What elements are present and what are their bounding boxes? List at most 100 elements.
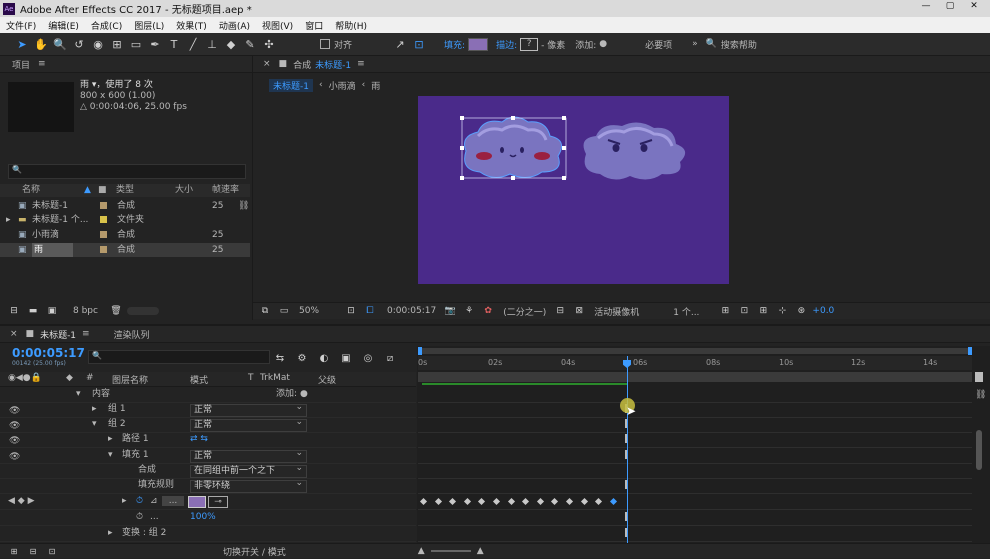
graph-icon[interactable]: ⊿ (150, 494, 158, 509)
always-preview-icon[interactable]: ⧉ (257, 303, 273, 319)
breadcrumb-item[interactable]: 未标题-1 (269, 78, 313, 92)
search-icon[interactable]: 🔍 (706, 39, 717, 49)
label-icon[interactable]: ■ (98, 184, 107, 196)
current-timecode[interactable]: 0:00:05:17 (387, 306, 436, 316)
layer-row-fill-rule[interactable]: 填充规则 非零环绕 (0, 478, 416, 494)
blend-mode-dropdown[interactable]: 正常 (190, 448, 307, 463)
menu-animation[interactable]: 动画(A) (219, 19, 250, 32)
layer-row-opacity[interactable]: ⏱ ... 100% (0, 510, 416, 526)
menu-effect[interactable]: 效果(T) (176, 19, 207, 32)
collapse-arrow-icon[interactable]: ▾ (92, 417, 97, 432)
pen-tool-icon[interactable]: ✒ (147, 36, 163, 52)
type-tool-icon[interactable]: T (166, 36, 182, 52)
close-tab-icon[interactable]: × (263, 59, 271, 69)
stroke-width[interactable]: - 像素 (541, 38, 565, 51)
monitor-icon[interactable]: ▭ (276, 303, 292, 319)
menu-help[interactable]: 帮助(H) (335, 19, 367, 32)
rotate-tool-icon[interactable]: ↺ (71, 36, 87, 52)
hand-tool-icon[interactable]: ✋ (33, 36, 49, 52)
playhead-line[interactable] (627, 356, 628, 543)
expand-arrow-icon[interactable]: ▸ (6, 213, 11, 227)
av-features-icon[interactable]: ◉◀●🔒 (8, 373, 42, 383)
render-queue-tab[interactable]: 渲染队列 (114, 328, 150, 341)
timeline-icon[interactable]: ⊞ (755, 303, 771, 319)
layer-row-transform[interactable]: ▸ 变换 : 组 2 (0, 526, 416, 542)
label-color[interactable] (100, 246, 107, 253)
layer-row-group1[interactable]: 👁 ▸ 组 1 正常 (0, 402, 416, 418)
menu-edit[interactable]: 编辑(E) (48, 19, 79, 32)
zoom-slider[interactable] (430, 550, 471, 552)
lock-icon[interactable]: ■ (26, 329, 35, 339)
zoom-dropdown[interactable]: 50% (299, 306, 319, 316)
collapse-arrow-icon[interactable]: ▾ (76, 387, 81, 402)
comp-button-icon[interactable] (975, 372, 983, 382)
resolution-dropdown[interactable]: (二分之一) (503, 305, 546, 318)
project-item[interactable]: ▣ 小雨滴 合成 25 (0, 228, 250, 242)
toggle-switches-modes[interactable]: 切换开关 / 模式 (223, 545, 286, 558)
workspace-essentials[interactable]: 必要项 (645, 38, 672, 51)
stroke-color-swatch[interactable]: ? (520, 37, 539, 51)
flowchart-icon[interactable]: ⊹ (774, 303, 790, 319)
col-size[interactable]: 大小 (175, 184, 193, 196)
camera-tool-icon[interactable]: ◉ (90, 36, 106, 52)
rectangle-tool-icon[interactable]: ▭ (128, 36, 144, 52)
work-area-bar[interactable] (418, 372, 972, 382)
new-composition-icon[interactable]: ▣ (44, 303, 60, 319)
col-layer-name[interactable]: 图层名称 (112, 373, 148, 386)
stopwatch-icon[interactable]: ⏱ (136, 494, 143, 509)
collapse-arrow-icon[interactable]: ▾ (108, 448, 113, 463)
panel-menu-icon[interactable]: ≡ (38, 59, 46, 69)
current-time-display[interactable]: 0:00:05:17 (12, 346, 85, 360)
layer-row-color[interactable]: ◀ ◆ ▶ ▸ ⏱ ⊿ ... ⊸ (0, 494, 416, 510)
work-area-scrollbar[interactable] (418, 347, 972, 355)
zoom-tool-icon[interactable]: 🔍 (52, 36, 68, 52)
keyframe-navigator-icon[interactable]: ◀ ◆ ▶ (8, 494, 35, 509)
channel-icon[interactable]: ✿ (480, 303, 496, 319)
fast-previews-icon[interactable]: ⊡ (736, 303, 752, 319)
col-name[interactable]: 名称 (22, 184, 40, 196)
eye-icon[interactable]: 👁 (9, 419, 20, 431)
sort-icon[interactable]: ▲ (84, 184, 91, 196)
pan-behind-tool-icon[interactable]: ⊞ (109, 36, 125, 52)
blend-mode-dropdown[interactable]: 正常 (190, 417, 307, 432)
layer-row-fill1[interactable]: 👁 ▾ 填充 1 正常 (0, 448, 416, 464)
zoom-in-icon[interactable]: ▲ (477, 546, 484, 556)
minimize-button[interactable]: — (914, 1, 938, 11)
region-of-interest-icon[interactable]: ⊟ (552, 303, 568, 319)
expand-arrow-icon[interactable]: ▸ (122, 494, 127, 509)
expression-button[interactable]: ... (162, 496, 184, 506)
col-parent[interactable]: 父级 (318, 373, 336, 386)
menu-composition[interactable]: 合成(C) (91, 19, 122, 32)
expand-arrow-icon[interactable]: ▸ (108, 432, 113, 447)
close-button[interactable]: ✕ (962, 1, 986, 11)
project-item-selected[interactable]: ▣ 雨 合成 25 (0, 243, 250, 257)
new-folder-icon[interactable]: ▬ (25, 303, 41, 319)
eye-icon[interactable]: 👁 (9, 404, 20, 416)
clone-stamp-tool-icon[interactable]: ⊥ (204, 36, 220, 52)
label-color[interactable] (100, 216, 107, 223)
right-cloud[interactable] (583, 122, 686, 180)
col-mode[interactable]: 模式 (190, 373, 208, 386)
camera-dropdown[interactable]: 活动摄像机 (594, 305, 639, 318)
snap-options-icon[interactable]: ↗ (392, 36, 408, 52)
exposure-value[interactable]: +0.0 (812, 306, 834, 316)
col-fps[interactable]: 帧速率 (212, 184, 239, 196)
eye-icon[interactable]: 👁 (9, 434, 20, 446)
fill-rule-dropdown[interactable]: 非零环绕 (190, 478, 307, 493)
fill-color-swatch[interactable] (188, 496, 206, 508)
vertical-scrollbar[interactable] (976, 430, 982, 470)
snap-checkbox[interactable] (320, 39, 330, 49)
col-type[interactable]: 类型 (116, 184, 134, 196)
selection-tool-icon[interactable]: ➤ (14, 36, 30, 52)
layer-row-composite[interactable]: 合成 在同组中前一个之下 (0, 463, 416, 479)
comp-flowchart-icon[interactable]: ⛓ (975, 390, 986, 400)
fill-color-swatch[interactable] (468, 37, 489, 51)
compositions-mini-flowchart-icon[interactable]: ⇆ (272, 350, 288, 366)
frame-blending-icon[interactable]: ▣ (338, 350, 354, 366)
menu-layer[interactable]: 图层(L) (134, 19, 164, 32)
eraser-tool-icon[interactable]: ◆ (223, 36, 239, 52)
eye-icon[interactable]: 👁 (9, 450, 20, 462)
project-item[interactable]: ▣ 未标题-1 合成 25 ⛓ (0, 199, 250, 213)
views-dropdown[interactable]: 1 个... (673, 305, 699, 318)
maximize-button[interactable]: ▢ (938, 1, 962, 11)
